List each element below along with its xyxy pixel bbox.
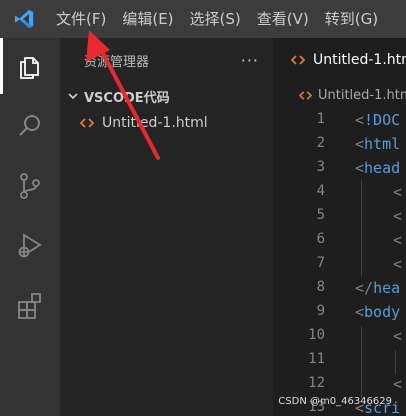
line-number: 7 [316, 255, 325, 271]
line-number: 6 [316, 231, 325, 247]
extensions-icon[interactable] [0, 278, 60, 334]
line-number: 11 [308, 351, 325, 367]
tab-untitled-1[interactable]: Untitled-1.html [273, 38, 406, 82]
code-line: <head [355, 159, 401, 177]
line-number: 9 [316, 303, 325, 319]
line-number: 2 [316, 135, 325, 151]
editor-tab-bar: Untitled-1.html [273, 38, 406, 82]
code-line: </hea [355, 279, 401, 297]
line-number: 3 [316, 159, 325, 175]
indent-guide [361, 180, 362, 276]
watermark: CSDN @m0_46346629 [278, 396, 392, 407]
folder-label: VSCODE代码 [84, 90, 170, 106]
line-number-gutter: 1 2 3 4 5 6 7 8 9 10 11 12 13 [273, 110, 353, 416]
code-line: <!DOC [355, 111, 401, 129]
line-number: 1 [316, 111, 325, 127]
menu-file[interactable]: 文件(F) [48, 0, 114, 38]
tab-label: Untitled-1.html [313, 52, 406, 68]
file-item[interactable]: Untitled-1.html [60, 112, 273, 134]
search-icon[interactable] [0, 98, 60, 154]
menu-selection[interactable]: 选择(S) [182, 0, 249, 38]
html-file-icon [80, 117, 94, 129]
code-line: < [393, 255, 403, 273]
explorer-sidebar: 资源管理器 ··· VSCODE代码 Untitled-1.html [60, 38, 273, 416]
code-line: < [393, 183, 403, 201]
file-label: Untitled-1.html [102, 115, 208, 131]
code-line: < [393, 327, 403, 345]
code-line: <html [355, 135, 401, 153]
explorer-icon[interactable] [0, 38, 60, 94]
activity-bar [0, 38, 60, 416]
explorer-header: 资源管理器 ··· [60, 38, 273, 82]
menu-view[interactable]: 查看(V) [249, 0, 317, 38]
line-number: 5 [316, 207, 325, 223]
html-file-icon [299, 90, 312, 101]
line-number: 10 [308, 327, 325, 343]
chevron-down-icon [66, 89, 80, 103]
indent-guide [361, 326, 362, 398]
vscode-logo-icon[interactable] [0, 0, 48, 38]
workspace-folder[interactable]: VSCODE代码 [60, 85, 273, 107]
explorer-title: 资源管理器 [84, 54, 150, 70]
html-file-icon [291, 54, 305, 66]
menu-go[interactable]: 转到(G) [317, 0, 386, 38]
line-number: 12 [308, 375, 325, 391]
line-number: 4 [316, 183, 325, 199]
code-line: <body [355, 303, 401, 321]
breadcrumb-label: Untitled-1.html [318, 87, 406, 103]
breadcrumb[interactable]: Untitled-1.html [273, 84, 406, 106]
more-actions-icon[interactable]: ··· [241, 51, 273, 70]
line-number: 8 [316, 279, 325, 295]
code-editor[interactable]: <!DOC <html <head < < < < </hea <body < … [355, 110, 406, 416]
title-bar: 文件(F) 编辑(E) 选择(S) 查看(V) 转到(G) [0, 0, 406, 38]
indent-guide [395, 350, 396, 374]
run-debug-icon[interactable] [0, 218, 60, 274]
source-control-icon[interactable] [0, 158, 60, 214]
menu-edit[interactable]: 编辑(E) [114, 0, 181, 38]
code-line: < [393, 231, 403, 249]
code-line: < [393, 207, 403, 225]
code-line: < [393, 375, 403, 393]
